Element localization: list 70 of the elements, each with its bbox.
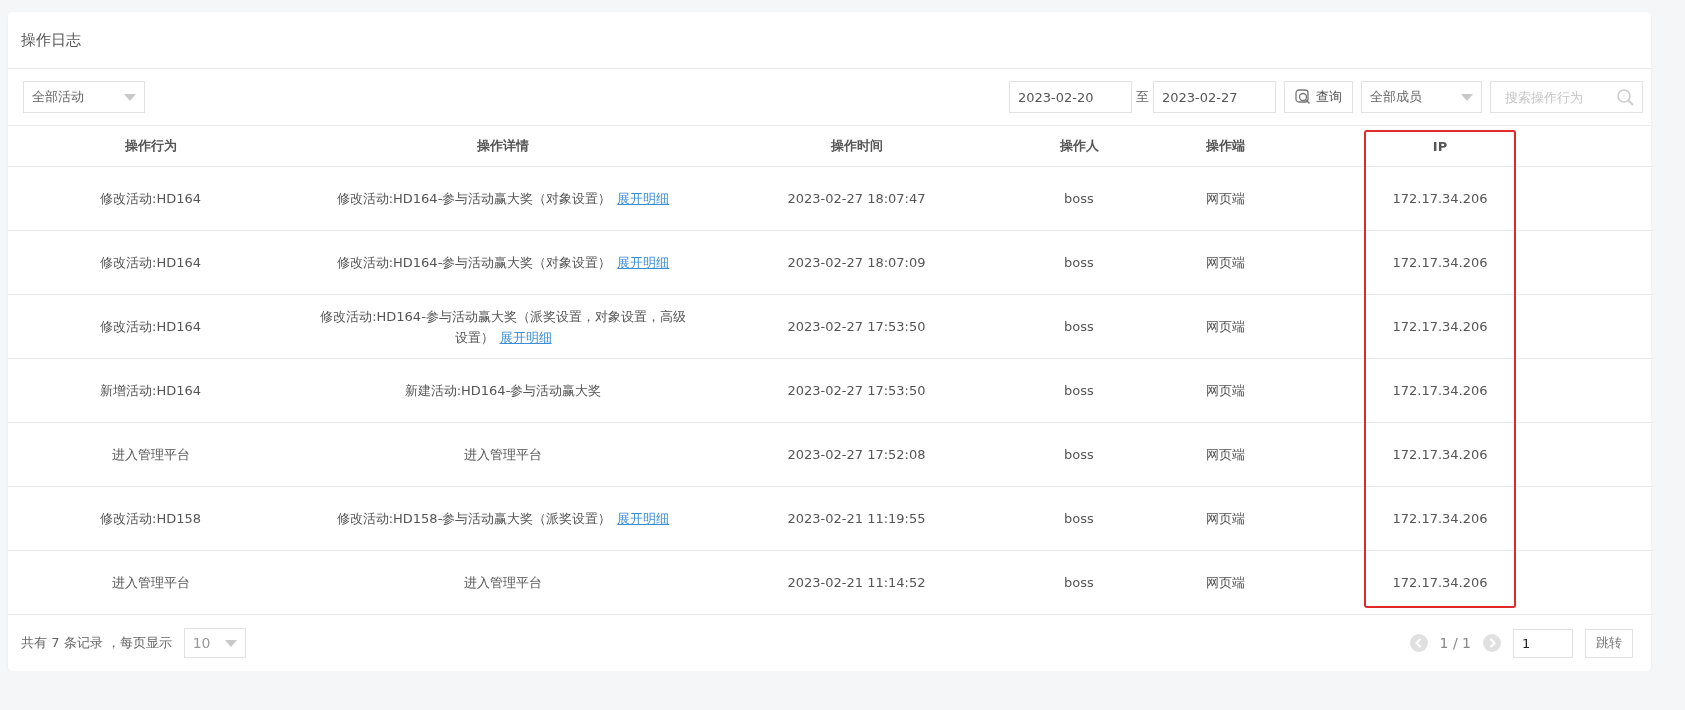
table-cell-text: 修改活动:HD164-参与活动赢大奖（对象设置） 展开明细 [336, 190, 670, 208]
table-cell-text: boss [1064, 574, 1094, 592]
table-cell-text: 2023-02-27 17:53:50 [787, 382, 926, 400]
column-header: IP [1432, 138, 1448, 154]
column-header: 操作详情 [477, 137, 529, 155]
column-header: 操作人 [1059, 137, 1099, 155]
table-cell-text: boss [1064, 510, 1094, 528]
expand-details-link[interactable]: 展开明细 [617, 255, 670, 270]
table-cell-text: 2023-02-27 18:07:47 [787, 190, 926, 208]
table-cell-text: boss [1064, 318, 1094, 336]
table-cell-text: boss [1064, 446, 1094, 464]
page-info: 1 / 1 [1439, 635, 1471, 651]
table-cell-text: 网页端 [1206, 574, 1245, 592]
table-cell-text: 网页端 [1206, 446, 1245, 464]
table-cell-text: boss [1064, 254, 1094, 272]
member-select[interactable]: 全部成员 [1361, 81, 1482, 113]
table-cell-text: 网页端 [1206, 382, 1245, 400]
start-date-field[interactable]: 2023-02-20 [1009, 81, 1132, 113]
date-separator: 至 [1136, 88, 1149, 106]
expand-details-link[interactable]: 展开明细 [499, 329, 552, 345]
table-cell-text: 进入管理平台 [111, 446, 190, 464]
caret-icon [224, 639, 237, 647]
table-cell-text: 172.17.34.206 [1392, 510, 1488, 528]
search-icon [1617, 88, 1634, 106]
table-cell-text: 网页端 [1206, 510, 1245, 528]
column-header: 操作行为 [124, 137, 177, 155]
table-cell-text: 新增活动:HD164 [100, 382, 201, 400]
table-cell-text: 172.17.34.206 [1392, 318, 1488, 336]
page-input[interactable]: 1 [1513, 628, 1573, 658]
expand-details-link[interactable]: 展开明细 [617, 511, 670, 526]
table-cell-text: 修改活动:HD158 [100, 510, 201, 528]
table-cell-text: 172.17.34.206 [1392, 254, 1488, 272]
record-summary: 共有 7 条记录 ，每页显示 [21, 634, 172, 652]
card-title: 操作日志 [21, 30, 81, 50]
query-button[interactable]: 查询 [1284, 81, 1353, 113]
expand-details-link[interactable]: 展开明细 [617, 191, 670, 206]
table-cell-text: 网页端 [1206, 318, 1245, 336]
table-cell-text: 修改活动:HD158-参与活动赢大奖（派奖设置） 展开明细 [336, 510, 670, 528]
caret-icon [124, 93, 136, 101]
table-cell-text: 网页端 [1206, 254, 1245, 272]
table-cell-text: 2023-02-27 17:52:08 [787, 446, 926, 464]
column-header: 操作端 [1206, 137, 1245, 155]
table-cell-text: 172.17.34.206 [1392, 382, 1488, 400]
table-cell-text: 进入管理平台 [464, 446, 542, 464]
end-date-field[interactable]: 2023-02-27 [1153, 81, 1276, 113]
table-cell-text: boss [1064, 190, 1094, 208]
table-cell-text: 修改活动:HD164-参与活动赢大奖（派奖设置，对象设置，高级设置） 展开明细 [319, 307, 687, 347]
table-cell-text: 修改活动:HD164-参与活动赢大奖（对象设置） 展开明细 [336, 254, 670, 272]
table-cell-text: 172.17.34.206 [1392, 446, 1488, 464]
next-page-icon[interactable] [1483, 634, 1501, 652]
caret-icon [1461, 93, 1473, 101]
table-cell-text: 172.17.34.206 [1392, 190, 1488, 208]
search-icon [1295, 89, 1311, 105]
table-cell-text: 2023-02-21 11:19:55 [787, 510, 926, 528]
activity-select[interactable]: 全部活动 [23, 81, 145, 113]
jump-button[interactable]: 跳转 [1585, 628, 1633, 658]
table-cell-text: 进入管理平台 [111, 574, 190, 592]
previous-page-icon[interactable] [1409, 634, 1428, 652]
table-cell-text: 新建活动:HD164-参与活动赢大奖 [404, 382, 602, 400]
table-cell-text: 2023-02-27 17:53:50 [787, 318, 926, 336]
table-cell-text: 修改活动:HD164 [100, 254, 201, 272]
table-cell-text: 进入管理平台 [464, 574, 542, 592]
column-header: 操作时间 [830, 137, 883, 155]
table-cell-text: 网页端 [1206, 190, 1245, 208]
table-cell-text: boss [1064, 382, 1094, 400]
table-cell-text: 2023-02-27 18:07:09 [787, 254, 926, 272]
table-cell-text: 2023-02-21 11:14:52 [787, 574, 926, 592]
table-cell-text: 修改活动:HD164 [100, 318, 201, 336]
table-cell-text: 172.17.34.206 [1392, 574, 1488, 592]
table-cell-text: 修改活动:HD164 [100, 190, 201, 208]
